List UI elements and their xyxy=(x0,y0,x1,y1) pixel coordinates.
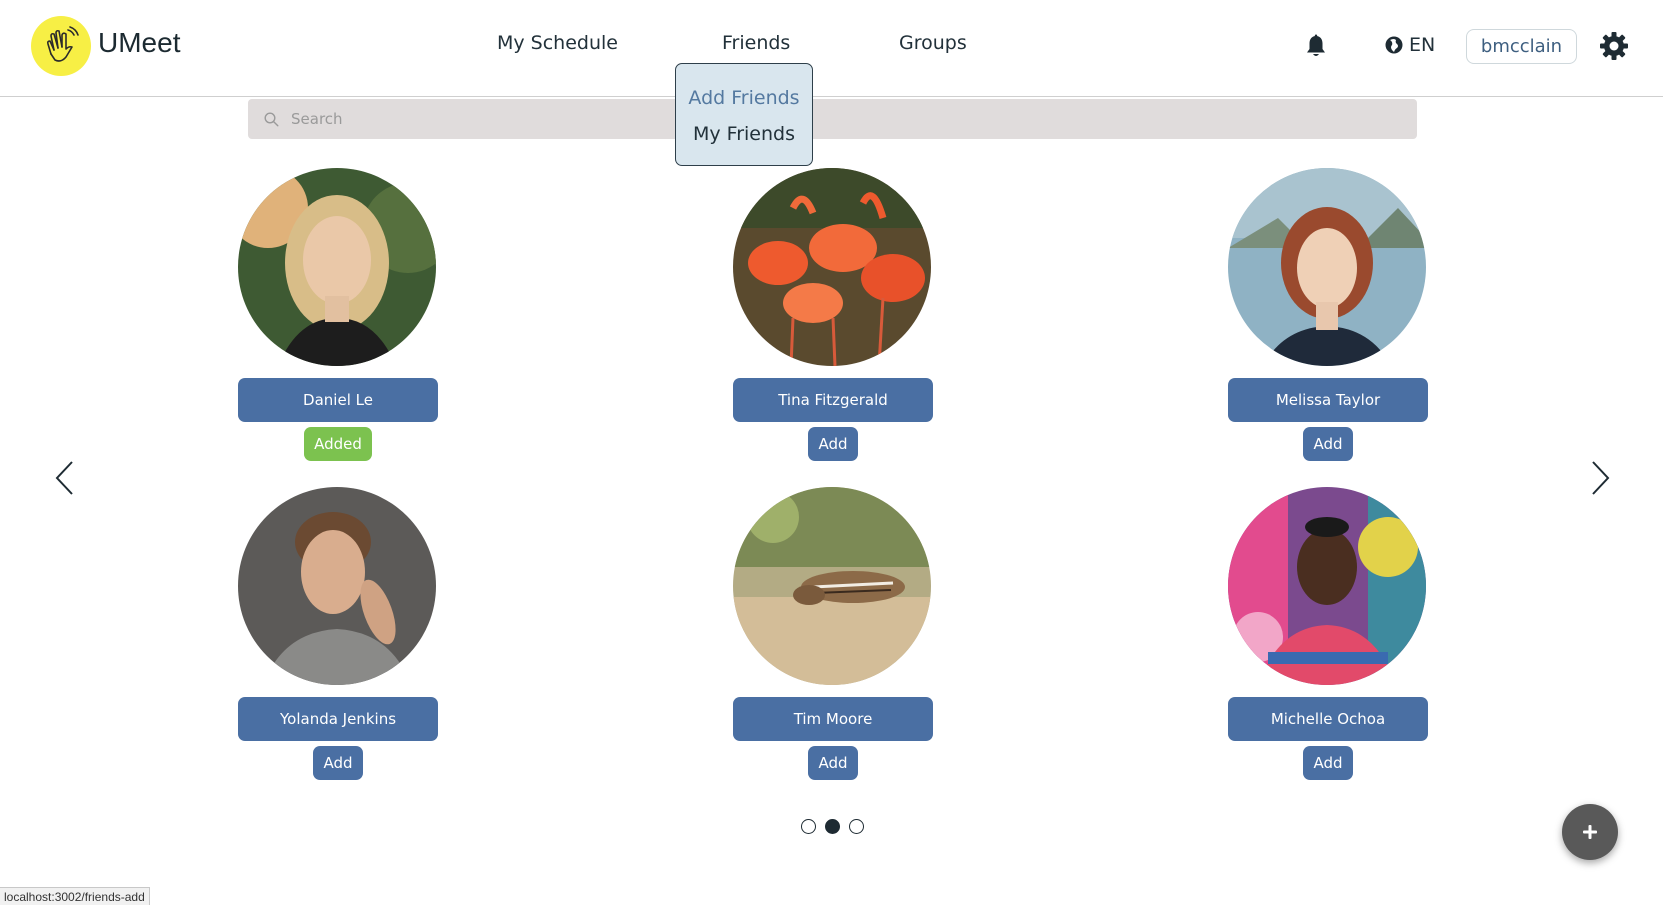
avatar xyxy=(733,487,931,685)
person-card: Melissa Taylor Add xyxy=(1228,168,1428,468)
added-button[interactable]: Added xyxy=(304,427,372,461)
avatar xyxy=(238,487,436,685)
globe-icon xyxy=(1385,36,1403,54)
floating-add-button[interactable] xyxy=(1562,804,1618,860)
search-icon xyxy=(264,111,279,127)
avatar xyxy=(1228,168,1426,366)
app-name: UMeet xyxy=(98,27,181,58)
nav-my-schedule[interactable]: My Schedule xyxy=(497,32,618,54)
person-card: Tim Moore Add xyxy=(733,487,933,787)
nav-friends[interactable]: Friends xyxy=(722,32,790,54)
nav-groups[interactable]: Groups xyxy=(899,32,967,54)
person-card: Daniel Le Added xyxy=(238,168,438,468)
chevron-right-icon[interactable] xyxy=(1585,458,1615,498)
carousel-dot-2[interactable] xyxy=(825,819,840,834)
language-label: EN xyxy=(1409,34,1436,56)
person-card: Tina Fitzgerald Add xyxy=(733,168,933,468)
gear-icon[interactable] xyxy=(1599,31,1629,61)
person-name-button[interactable]: Tina Fitzgerald xyxy=(733,378,933,422)
person-name-button[interactable]: Melissa Taylor xyxy=(1228,378,1428,422)
carousel-dot-3[interactable] xyxy=(849,819,864,834)
carousel-pagination xyxy=(801,819,864,834)
person-name-button[interactable]: Tim Moore xyxy=(733,697,933,741)
language-selector[interactable]: EN xyxy=(1385,32,1435,58)
add-button[interactable]: Add xyxy=(1303,746,1353,780)
search-bar xyxy=(248,99,1417,139)
browser-status-url: localhost:3002/friends-add xyxy=(0,887,150,905)
friends-dropdown-menu: Add Friends My Friends xyxy=(675,63,813,166)
top-navbar: UMeet My Schedule Friends Groups EN bmcc… xyxy=(0,0,1663,97)
plus-icon xyxy=(1583,825,1597,839)
person-card: Yolanda Jenkins Add xyxy=(238,487,438,787)
chevron-left-icon[interactable] xyxy=(50,458,80,498)
menu-item-my-friends[interactable]: My Friends xyxy=(676,123,812,145)
waving-hand-icon xyxy=(46,26,79,62)
person-name-button[interactable]: Daniel Le xyxy=(238,378,438,422)
avatar xyxy=(1228,487,1426,685)
add-button[interactable]: Add xyxy=(313,746,363,780)
bell-icon[interactable] xyxy=(1305,34,1327,58)
avatar xyxy=(733,168,931,366)
add-button[interactable]: Add xyxy=(808,427,858,461)
person-name-button[interactable]: Yolanda Jenkins xyxy=(238,697,438,741)
menu-item-add-friends[interactable]: Add Friends xyxy=(676,87,812,109)
add-button[interactable]: Add xyxy=(1303,427,1353,461)
user-profile-button[interactable]: bmcclain xyxy=(1466,29,1577,64)
carousel-dot-1[interactable] xyxy=(801,819,816,834)
avatar xyxy=(238,168,436,366)
add-button[interactable]: Add xyxy=(808,746,858,780)
person-card: Michelle Ochoa Add xyxy=(1228,487,1428,787)
person-name-button[interactable]: Michelle Ochoa xyxy=(1228,697,1428,741)
app-logo[interactable] xyxy=(31,16,91,76)
search-input[interactable] xyxy=(289,109,1389,129)
